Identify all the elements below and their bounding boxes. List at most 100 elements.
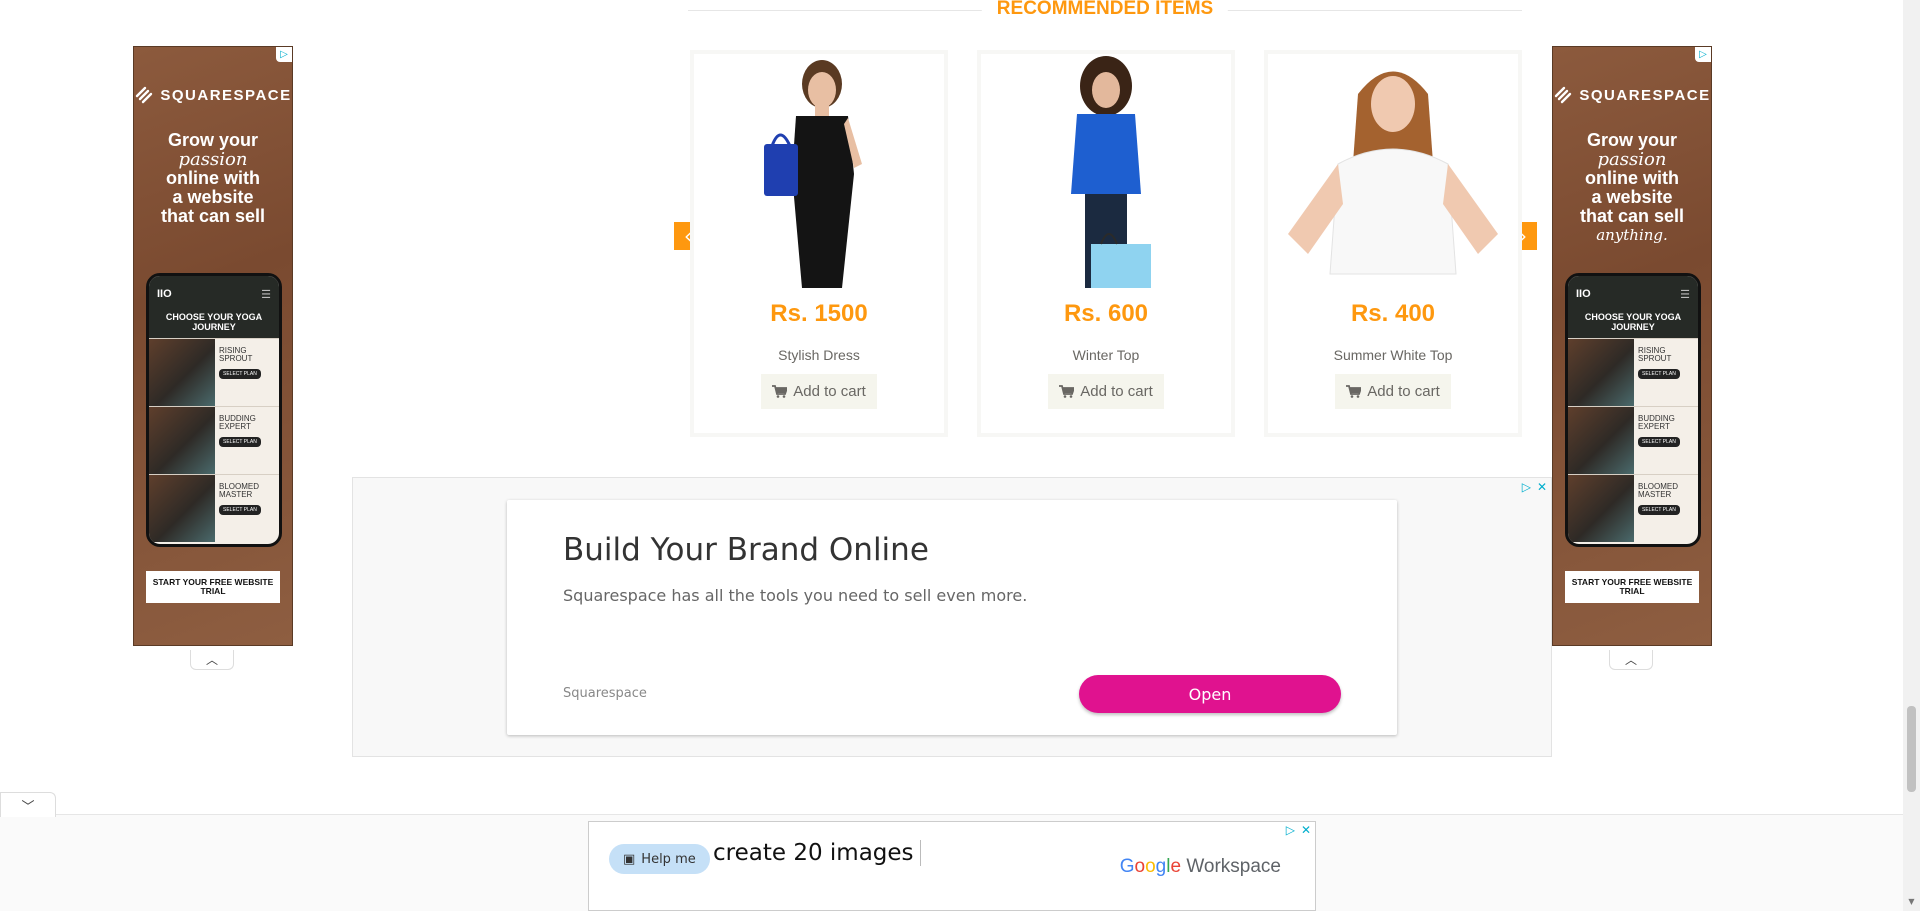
product-price: Rs. 600 <box>1063 300 1149 327</box>
ad-brand-name: SQUARESPACE <box>160 86 292 104</box>
ad-headline-line: a website <box>1591 187 1673 207</box>
squarespace-logo-icon <box>136 86 153 104</box>
plan-title: BUDDING EXPERT <box>1638 414 1675 431</box>
ad-subtitle: Squarespace has all the tools you need t… <box>563 586 1028 605</box>
plan-image <box>1568 407 1634 474</box>
plan-button: SELECT PLAN <box>1638 505 1680 515</box>
anchor-ad[interactable]: ▷ ✕ ▣ Help me create 20 images Google Wo… <box>588 821 1316 911</box>
recommended-header: RECOMMENDED ITEMS <box>688 0 1522 22</box>
product-image[interactable] <box>1268 54 1518 288</box>
help-me-pill: ▣ Help me <box>609 844 710 874</box>
add-to-cart-label: Add to cart <box>793 383 866 400</box>
product-image[interactable] <box>694 54 944 288</box>
ad-headline-line: Grow your <box>167 130 258 150</box>
logo-letter: o <box>1145 856 1156 877</box>
plan-image <box>149 475 215 542</box>
ad-headline-line: anything. <box>1596 226 1668 244</box>
menu-icon: ☰ <box>261 289 271 301</box>
plan-item: RISING SPROUT SELECT PLAN <box>1568 338 1698 406</box>
product-card: Rs. 1500 Stylish Dress Add to cart <box>690 50 948 437</box>
plan-button: SELECT PLAN <box>219 437 261 447</box>
product-image[interactable] <box>981 54 1231 288</box>
ad-phone-mockup: IIO ☰ CHOOSE YOUR YOGA JOURNEY RISING SP… <box>1565 273 1701 547</box>
shopping-cart-icon <box>1346 385 1362 398</box>
adchoices-icon[interactable]: ▷ <box>1695 47 1711 62</box>
chevron-down-icon: ﹀ <box>21 799 35 815</box>
product-name: Summer White Top <box>1333 347 1453 363</box>
squarespace-logo-icon <box>1555 86 1572 104</box>
woman-white-top-image <box>1268 54 1518 288</box>
add-to-cart-label: Add to cart <box>1367 383 1440 400</box>
logo-letter: G <box>1119 856 1135 877</box>
plan-image <box>149 339 215 406</box>
help-me-label: Help me <box>641 851 696 867</box>
ad-brand: SQUARESPACE <box>134 85 292 105</box>
phone-header: IIO ☰ CHOOSE YOUR YOGA JOURNEY <box>1568 276 1698 338</box>
plan-button: SELECT PLAN <box>1638 369 1680 379</box>
menu-icon: ☰ <box>1680 289 1690 301</box>
product-card: Rs. 400 Summer White Top Add to cart <box>1264 50 1522 437</box>
chevron-up-icon: ︿ <box>205 653 218 667</box>
plan-title: BUDDING EXPERT <box>219 414 256 431</box>
close-icon[interactable]: ✕ <box>1301 823 1311 837</box>
ad-headline: Grow your passion online with a website … <box>140 131 286 226</box>
plan-title: BLOOMED MASTER <box>1638 482 1679 499</box>
add-to-cart-button[interactable]: Add to cart <box>761 374 877 409</box>
logo-letter: e <box>1170 856 1182 877</box>
close-icon[interactable]: ✕ <box>1537 480 1547 494</box>
plan-button: SELECT PLAN <box>219 505 261 515</box>
product-name: Winter Top <box>1072 347 1140 363</box>
ad-phone-mockup: IIO ☰ CHOOSE YOUR YOGA JOURNEY RISING SP… <box>146 273 282 547</box>
scrollbar-thumb[interactable] <box>1907 706 1916 792</box>
image-sparkle-icon: ▣ <box>623 851 636 867</box>
shopping-cart-icon <box>772 385 788 398</box>
adchoices-icon[interactable]: ▷ <box>276 47 292 62</box>
ad-cta-button[interactable]: START YOUR FREE WEBSITE TRIAL <box>146 571 280 603</box>
google-workspace-logo: Google Workspace <box>1120 856 1281 878</box>
recommended-title: RECOMMENDED ITEMS <box>981 0 1229 18</box>
ad-headline-line: online with <box>1585 168 1679 188</box>
scroll-down-icon[interactable]: ▼ <box>1903 897 1920 911</box>
logo-letter: o <box>1134 856 1146 877</box>
phone-heading: CHOOSE YOUR YOGA JOURNEY <box>1584 312 1682 332</box>
anchor-ad-text: create 20 images <box>713 840 921 866</box>
ad-headline-line: that can sell <box>160 206 266 226</box>
ad-brand-name: SQUARESPACE <box>1579 86 1711 104</box>
collapse-right-ad-button[interactable]: ︿ <box>1609 650 1653 670</box>
adchoices-icon[interactable]: ▷ <box>1522 480 1531 494</box>
product-price: Rs. 400 <box>1350 300 1436 327</box>
add-to-cart-button[interactable]: Add to cart <box>1048 374 1164 409</box>
ad-open-button[interactable]: Open <box>1079 675 1341 713</box>
collapse-left-ad-button[interactable]: ︿ <box>190 650 234 670</box>
plan-title: RISING SPROUT <box>1638 346 1672 363</box>
ad-advertiser[interactable]: Squarespace <box>563 686 647 701</box>
woman-blue-top-image <box>981 54 1231 288</box>
add-to-cart-label: Add to cart <box>1080 383 1153 400</box>
adchoices-icon[interactable]: ▷ <box>1286 823 1295 837</box>
add-to-cart-button[interactable]: Add to cart <box>1335 374 1451 409</box>
shopping-cart-icon <box>1059 385 1075 398</box>
page-scrollbar[interactable]: ▼ <box>1903 0 1920 911</box>
anchor-ad-toggle[interactable]: ﹀ <box>0 792 56 817</box>
ad-headline-line: Grow your <box>1586 130 1677 150</box>
plan-item: RISING SPROUT SELECT PLAN <box>149 338 279 406</box>
plan-item: BLOOMED MASTER SELECT PLAN <box>149 474 279 542</box>
yoga-logo-icon: IIO <box>157 288 172 300</box>
left-side-ad[interactable]: ▷ SQUARESPACE Grow your passion online w… <box>133 46 293 646</box>
plan-item: BUDDING EXPERT SELECT PLAN <box>149 406 279 474</box>
plan-title: BLOOMED MASTER <box>219 482 260 499</box>
middle-ad-card[interactable]: Build Your Brand Online Squarespace has … <box>507 500 1397 735</box>
plan-image <box>1568 475 1634 542</box>
ad-headline-line: passion <box>1597 149 1667 170</box>
right-side-ad[interactable]: ▷ SQUARESPACE Grow your passion online w… <box>1552 46 1712 646</box>
ad-headline-line: that can sell <box>1579 206 1685 226</box>
woman-black-dress-image <box>694 54 944 288</box>
plan-title: RISING SPROUT <box>219 346 253 363</box>
ad-headline-line: online with <box>166 168 260 188</box>
ad-cta-button[interactable]: START YOUR FREE WEBSITE TRIAL <box>1565 571 1699 603</box>
phone-header: IIO ☰ CHOOSE YOUR YOGA JOURNEY <box>149 276 279 338</box>
logo-product: Workspace <box>1186 856 1281 877</box>
ad-brand: SQUARESPACE <box>1553 85 1711 105</box>
plan-image <box>1568 339 1634 406</box>
product-name: Stylish Dress <box>778 347 860 363</box>
